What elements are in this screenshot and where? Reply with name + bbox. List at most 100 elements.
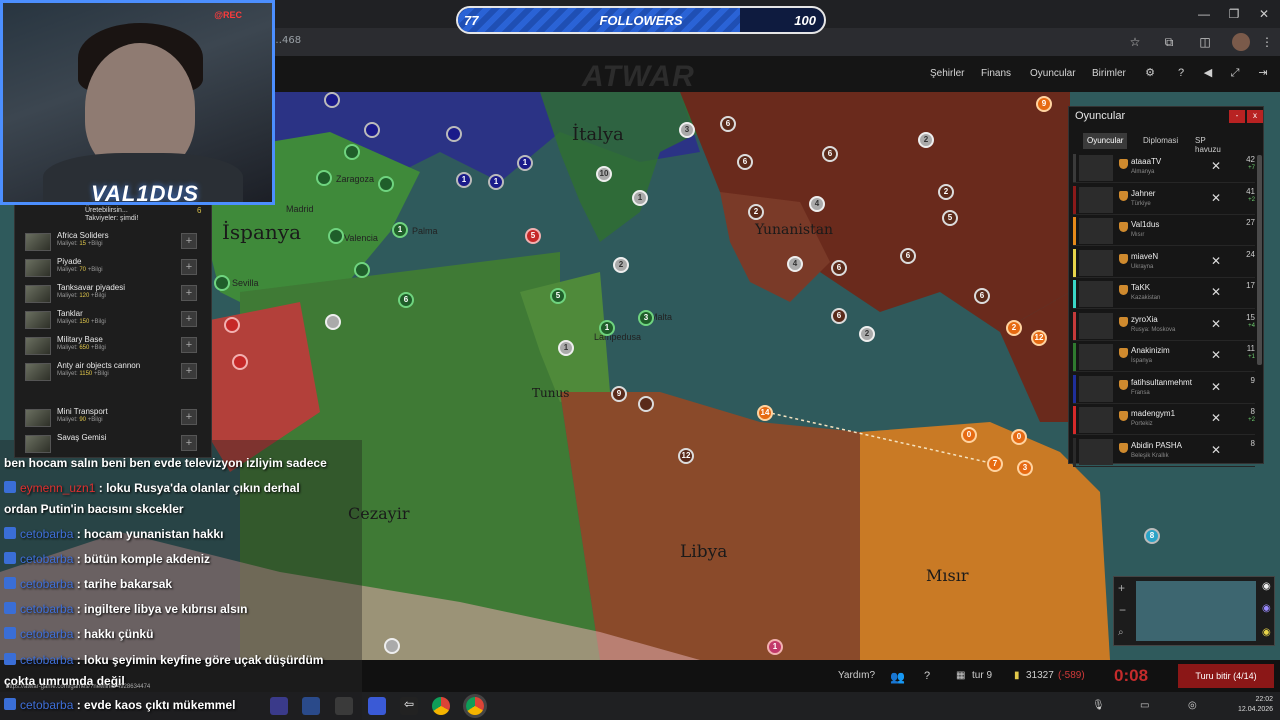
unit-marker[interactable]: 2	[938, 184, 954, 200]
unit-marker[interactable]: 0	[961, 427, 977, 443]
zoom-in-icon[interactable]: +	[1118, 581, 1125, 595]
unit-marker[interactable]	[316, 170, 332, 186]
declare-war-icon[interactable]: ✕	[1211, 348, 1221, 362]
add-unit-button[interactable]: +	[181, 285, 197, 301]
declare-war-icon[interactable]: ✕	[1211, 443, 1221, 457]
unit-marker[interactable]	[446, 126, 462, 142]
add-unit-button[interactable]: +	[181, 435, 197, 451]
build-unit-row[interactable]: Tanksavar piyadesi Maliyet: 120 +Bilgi +	[21, 283, 197, 307]
unit-info-link[interactable]: +Bilgi	[91, 319, 106, 325]
unit-info-link[interactable]: +Bilgi	[88, 267, 103, 273]
question-icon[interactable]: ?	[924, 670, 930, 682]
unit-marker[interactable]	[324, 92, 340, 108]
unit-marker[interactable]: 3	[1017, 460, 1033, 476]
unit-marker[interactable]: 1	[599, 320, 615, 336]
help-link[interactable]: Yardım?	[838, 670, 875, 681]
declare-war-icon[interactable]: ✕	[1211, 254, 1221, 268]
chat-username[interactable]: cetobarba	[20, 627, 73, 641]
unit-marker[interactable]: 1	[517, 155, 533, 171]
network-icon[interactable]: ▭	[1140, 700, 1149, 711]
add-unit-button[interactable]: +	[181, 337, 197, 353]
unit-marker[interactable]: 1	[488, 174, 504, 190]
mic-icon[interactable]: 🎙	[1092, 700, 1105, 711]
nav-players[interactable]: Oyuncular	[1030, 68, 1076, 79]
unit-marker[interactable]: 5	[525, 228, 541, 244]
players-scrollbar[interactable]	[1257, 155, 1262, 365]
minimap[interactable]: + − ⌕ ◉ ◉ ◉	[1113, 576, 1275, 646]
declare-war-icon[interactable]: ✕	[1211, 159, 1221, 173]
unit-marker[interactable]	[384, 638, 400, 654]
unit-info-link[interactable]: +Bilgi	[94, 371, 109, 377]
tab-sp-pool[interactable]: SP havuzu	[1191, 133, 1225, 154]
player-row[interactable]: Anakinizim İspanya ✕ 11 +1	[1073, 342, 1255, 372]
unit-marker[interactable]: 2	[613, 257, 629, 273]
minimap-world[interactable]	[1136, 581, 1256, 641]
panel-close-button[interactable]: x	[1247, 110, 1263, 123]
unit-marker[interactable]	[224, 317, 240, 333]
taskbar-app-icon[interactable]	[270, 697, 288, 715]
extensions-icon[interactable]: ⧉	[1160, 33, 1178, 51]
nav-units[interactable]: Birimler	[1092, 68, 1126, 79]
unit-marker[interactable]: 4	[787, 256, 803, 272]
minimize-icon[interactable]: —	[1196, 6, 1212, 22]
chrome-icon[interactable]	[432, 697, 450, 715]
build-unit-row[interactable]: Africa Soliders Maliyet: 15 +Bilgi +	[21, 231, 197, 255]
unit-marker[interactable]: 8	[1144, 528, 1160, 544]
unit-marker[interactable]: 7	[987, 456, 1003, 472]
steam-icon[interactable]: ◎	[1188, 700, 1197, 711]
build-unit-row[interactable]: Anty air objects cannon Maliyet: 1150 +Bi…	[21, 361, 197, 385]
chat-username[interactable]: cetobarba	[20, 653, 73, 667]
chat-username[interactable]: cetobarba	[20, 527, 73, 541]
city-valencia[interactable]: Valencia	[344, 233, 378, 243]
player-row[interactable]: zyroXia Rusya: Moskova ✕ 15 +4	[1073, 311, 1255, 341]
unit-marker[interactable]	[638, 396, 654, 412]
chat-username[interactable]: eymenn_uzn1	[20, 481, 95, 495]
end-turn-button[interactable]: Turu bitir (4/14)	[1178, 664, 1274, 688]
unit-marker[interactable]: 1	[392, 222, 408, 238]
sound-icon[interactable]: ◀	[1201, 66, 1215, 80]
declare-war-icon[interactable]: ✕	[1211, 411, 1221, 425]
unit-marker[interactable]: 9	[611, 386, 627, 402]
add-unit-button[interactable]: +	[181, 233, 197, 249]
unit-marker[interactable]: 1	[558, 340, 574, 356]
unit-marker[interactable]	[214, 275, 230, 291]
declare-war-icon[interactable]: ✕	[1211, 380, 1221, 394]
target-icon[interactable]: ◉	[1262, 581, 1271, 592]
chat-username[interactable]: cetobarba	[20, 602, 73, 616]
unit-marker[interactable]: 10	[596, 166, 612, 182]
maximize-icon[interactable]: ❐	[1226, 6, 1242, 22]
unit-marker[interactable]: 6	[398, 292, 414, 308]
unit-marker[interactable]: 0	[1011, 429, 1027, 445]
unit-marker[interactable]	[232, 354, 248, 370]
unit-marker[interactable]: 12	[1031, 330, 1047, 346]
chrome-active-icon[interactable]	[466, 697, 484, 715]
unit-info-link[interactable]: +Bilgi	[91, 293, 106, 299]
tab-diplomacy[interactable]: Diplomasi	[1139, 133, 1182, 149]
unit-marker[interactable]: 2	[918, 132, 934, 148]
unit-marker[interactable]: 6	[900, 248, 916, 264]
build-unit-row[interactable]: Savaş Gemisi +	[21, 433, 197, 457]
player-row[interactable]: miaveN Ukrayna ✕ 24	[1073, 248, 1255, 278]
chat-username[interactable]: cetobarba	[20, 552, 73, 566]
unit-marker[interactable]: 1	[767, 639, 783, 655]
unit-marker[interactable]	[354, 262, 370, 278]
fullscreen-icon[interactable]: ⤢	[1228, 66, 1242, 80]
city-sevilla[interactable]: Sevilla	[232, 278, 259, 288]
help-icon[interactable]: ?	[1174, 66, 1188, 80]
player-row[interactable]: ataaaTV Almanya ✕ 42 +7	[1073, 153, 1255, 183]
player-row[interactable]: Abidin PASHA Beleşik Krallık ✕ 8	[1073, 437, 1255, 467]
chat-username[interactable]: cetobarba	[20, 698, 73, 712]
profile-sync-icon[interactable]: ◫	[1196, 33, 1214, 51]
unit-marker[interactable]: 6	[720, 116, 736, 132]
panel-minimize-button[interactable]: -	[1229, 110, 1245, 123]
unit-marker[interactable]: 3	[638, 310, 654, 326]
taskbar-clock[interactable]: 22:02 12.04.2026	[1238, 695, 1273, 715]
unit-marker[interactable]: 5	[942, 210, 958, 226]
logout-icon[interactable]: ⇥	[1256, 66, 1270, 80]
layer-icon[interactable]: ◉	[1262, 603, 1271, 614]
unit-marker[interactable]	[325, 314, 341, 330]
build-unit-row[interactable]: Military Base Maliyet: 650 +Bilgi +	[21, 335, 197, 359]
add-unit-button[interactable]: +	[181, 259, 197, 275]
add-unit-button[interactable]: +	[181, 409, 197, 425]
player-row[interactable]: madengym1 Portekiz ✕ 8 +2	[1073, 405, 1255, 435]
